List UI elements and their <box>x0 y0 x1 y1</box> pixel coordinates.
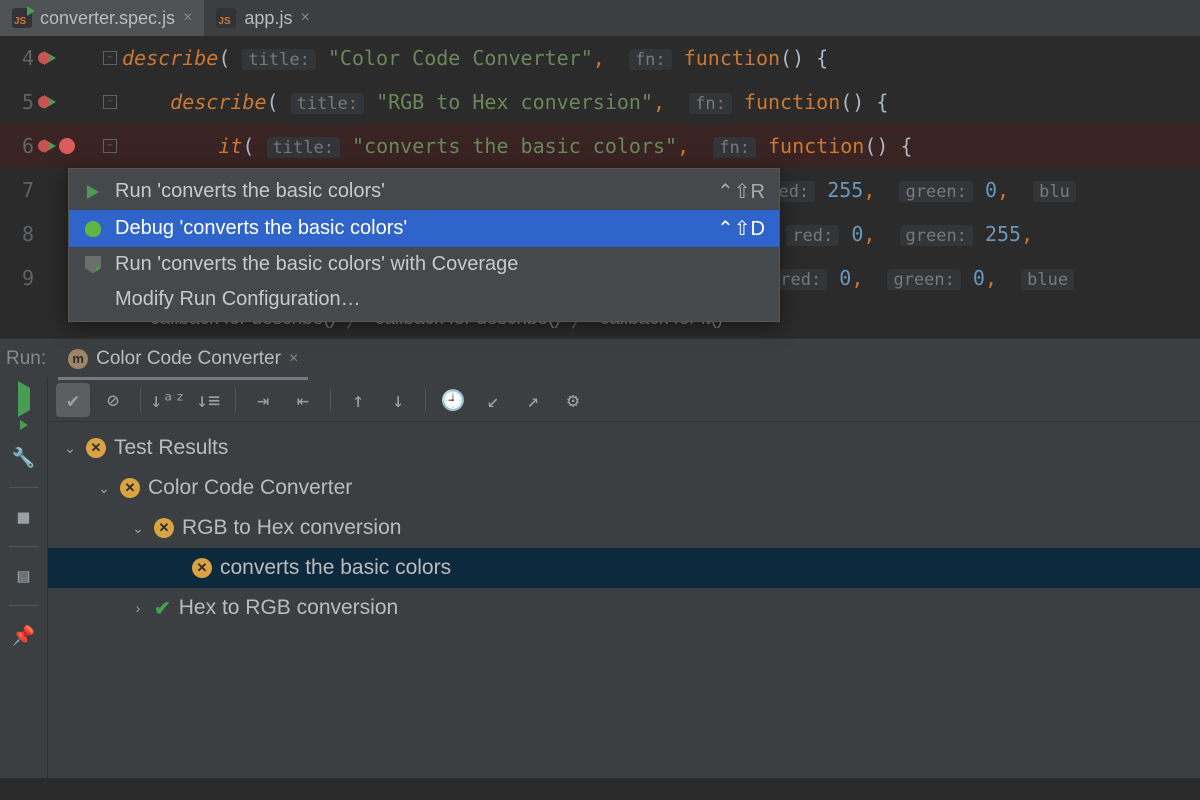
menu-debug-test[interactable]: Debug 'converts the basic colors' ⌃⇧D <box>69 210 779 247</box>
line-number: 5 <box>0 90 42 114</box>
menu-label: Run 'converts the basic colors' <box>115 180 705 203</box>
test-toolbar: ✔ ⊘ ↓ᵃᶻ ↓≡ ⇥ ⇤ ↑ ↓ 🕘 ↙ ↗ ⚙ <box>48 378 1200 422</box>
tab-app-js[interactable]: app.js × <box>204 0 321 36</box>
test-results-tree: ⌄ Test Results ⌄ Color Code Converter ⌄ … <box>48 422 1200 634</box>
run-panel-header: Run: m Color Code Converter × <box>0 338 1200 378</box>
pin-icon[interactable]: 📌 <box>12 624 36 647</box>
editor-tabs: converter.spec.js × app.js × <box>0 0 1200 36</box>
chevron-down-icon[interactable]: ⌄ <box>130 520 146 537</box>
status-fail-icon <box>154 518 174 538</box>
collapse-all-button[interactable]: ⇤ <box>286 383 320 417</box>
run-tab-label: Color Code Converter <box>96 348 281 370</box>
tab-label: app.js <box>244 8 292 29</box>
code-line-6: it( title: "converts the basic colors", … <box>122 134 1200 158</box>
sort-suites-button[interactable]: ↓≡ <box>191 383 225 417</box>
history-button[interactable]: 🕘 <box>436 383 470 417</box>
chevron-right-icon[interactable]: › <box>130 600 146 616</box>
close-icon[interactable]: × <box>183 9 192 27</box>
line-number: 9 <box>0 266 42 290</box>
export-button[interactable]: ↗ <box>516 383 550 417</box>
line-number: 4 <box>0 46 42 70</box>
gutter-run-icon[interactable] <box>42 95 98 109</box>
tree-suite[interactable]: ⌄ RGB to Hex conversion <box>48 508 1200 548</box>
chevron-down-icon[interactable]: ⌄ <box>96 480 112 497</box>
status-fail-icon <box>86 438 106 458</box>
status-fail-icon <box>192 558 212 578</box>
next-failed-button[interactable]: ↓ <box>381 383 415 417</box>
fold-icon[interactable]: − <box>103 139 117 153</box>
show-ignored-button[interactable]: ⊘ <box>96 383 130 417</box>
bug-icon <box>85 221 101 237</box>
js-file-icon <box>216 8 236 28</box>
breakpoint-icon[interactable] <box>59 138 75 154</box>
status-pass-icon: ✔ <box>154 596 171 621</box>
code-line-5: describe( title: "RGB to Hex conversion"… <box>122 90 1200 114</box>
close-icon[interactable]: × <box>300 9 309 27</box>
tree-suite[interactable]: ⌄ Color Code Converter <box>48 468 1200 508</box>
code-line-4: describe( title: "Color Code Converter",… <box>122 46 1200 70</box>
tree-root[interactable]: ⌄ Test Results <box>48 428 1200 468</box>
show-passed-button[interactable]: ✔ <box>56 383 90 417</box>
panel-title: Run: <box>6 348 46 370</box>
gutter-run-icon[interactable] <box>42 51 98 65</box>
play-icon <box>87 185 99 199</box>
tree-test[interactable]: converts the basic colors <box>48 548 1200 588</box>
menu-label: Modify Run Configuration… <box>115 288 765 311</box>
gear-icon[interactable]: ⚙ <box>556 383 590 417</box>
js-file-icon <box>12 8 32 28</box>
close-icon[interactable]: × <box>289 350 298 368</box>
menu-label: Debug 'converts the basic colors' <box>115 217 705 240</box>
keyboard-shortcut: ⌃⇧R <box>717 179 765 204</box>
run-context-menu: Run 'converts the basic colors' ⌃⇧R Debu… <box>68 168 780 322</box>
shield-icon <box>85 256 101 274</box>
sort-button[interactable]: ↓ᵃᶻ <box>151 383 185 417</box>
tab-converter-spec[interactable]: converter.spec.js × <box>0 0 204 36</box>
stop-icon[interactable]: ■ <box>18 506 29 528</box>
tree-suite[interactable]: › ✔ Hex to RGB conversion <box>48 588 1200 628</box>
menu-label: Run 'converts the basic colors' with Cov… <box>115 253 765 276</box>
status-fail-icon <box>120 478 140 498</box>
layout-icon[interactable]: ▤ <box>18 565 29 587</box>
line-number: 6 <box>0 134 42 158</box>
line-number: 8 <box>0 222 42 246</box>
prev-failed-button[interactable]: ↑ <box>341 383 375 417</box>
tree-label: Color Code Converter <box>148 476 352 500</box>
gutter-run-icon[interactable] <box>44 139 56 153</box>
tree-label: Hex to RGB conversion <box>179 596 398 620</box>
tree-label: Test Results <box>114 436 228 460</box>
tab-label: converter.spec.js <box>40 8 175 29</box>
run-actions-rail: 🔧 ■ ▤ 📌 <box>0 378 48 778</box>
line-number: 7 <box>0 178 42 202</box>
menu-run-test[interactable]: Run 'converts the basic colors' ⌃⇧R <box>69 173 779 210</box>
run-panel: 🔧 ■ ▤ 📌 ✔ ⊘ ↓ᵃᶻ ↓≡ ⇥ ⇤ ↑ ↓ 🕘 ↙ ↗ ⚙ <box>0 378 1200 778</box>
fold-icon[interactable]: − <box>103 95 117 109</box>
fold-icon[interactable]: − <box>103 51 117 65</box>
mocha-icon: m <box>68 349 88 369</box>
expand-all-button[interactable]: ⇥ <box>246 383 280 417</box>
menu-run-coverage[interactable]: Run 'converts the basic colors' with Cov… <box>69 247 779 282</box>
chevron-down-icon[interactable]: ⌄ <box>62 440 78 457</box>
tree-label: converts the basic colors <box>220 556 451 580</box>
play-icon[interactable] <box>18 388 30 410</box>
keyboard-shortcut: ⌃⇧D <box>717 216 765 241</box>
menu-modify-config[interactable]: Modify Run Configuration… <box>69 282 779 317</box>
wrench-icon[interactable]: 🔧 <box>12 446 36 469</box>
tree-label: RGB to Hex conversion <box>182 516 401 540</box>
import-button[interactable]: ↙ <box>476 383 510 417</box>
run-config-tab[interactable]: m Color Code Converter × <box>58 342 308 376</box>
